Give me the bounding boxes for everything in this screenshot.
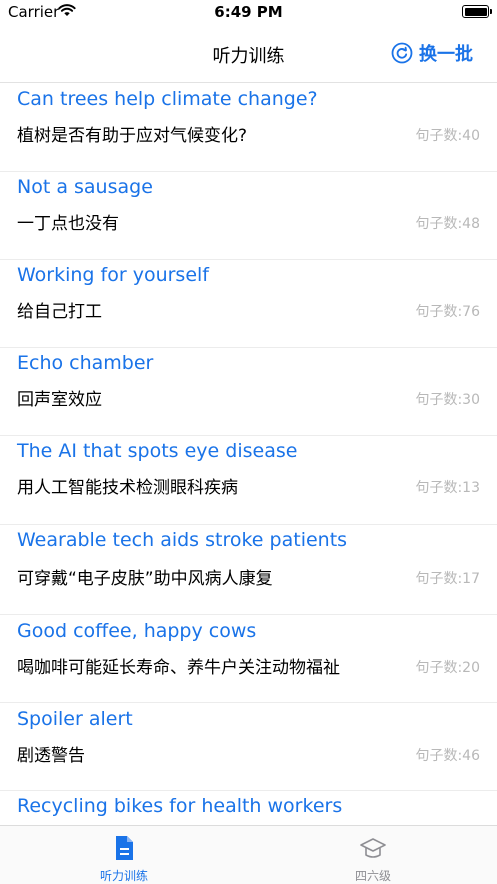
article-subtitle: 给自己打工 — [17, 302, 102, 322]
refresh-batch-button[interactable]: 换一批 — [391, 40, 473, 66]
article-title: The AI that spots eye disease — [17, 440, 298, 462]
clock: 6:49 PM — [214, 3, 283, 21]
article-row[interactable]: Spoiler alert 剧透警告 句子数:46 — [0, 702, 497, 791]
document-icon — [116, 836, 133, 860]
article-title: Spoiler alert — [17, 708, 133, 730]
article-title: Recycling bikes for health workers — [17, 795, 343, 817]
tab-cet46[interactable]: 四六级 — [249, 826, 497, 884]
tab-label: 听力训练 — [99, 869, 148, 883]
article-subtitle: 一丁点也没有 — [17, 214, 119, 234]
sentence-count: 句子数:40 — [415, 128, 480, 144]
refresh-icon — [391, 42, 413, 64]
article-subtitle: 喝咖啡可能延长寿命、养牛户关注动物福祉 — [17, 658, 340, 678]
article-list[interactable]: Can trees help climate change? 植树是否有助于应对… — [0, 83, 497, 825]
article-subtitle: 植树是否有助于应对气候变化? — [17, 126, 248, 146]
article-row[interactable]: Not a sausage 一丁点也没有 句子数:48 — [0, 171, 497, 260]
graduation-cap-icon — [360, 838, 386, 858]
sentence-count: 句子数:46 — [415, 748, 480, 764]
article-title: Echo chamber — [17, 352, 154, 374]
battery-icon — [462, 5, 492, 18]
status-bar: Carrier 6:49 PM — [0, 0, 497, 26]
article-title: Not a sausage — [17, 176, 153, 198]
navigation-bar: 听力训练 换一批 — [0, 26, 497, 83]
sentence-count: 句子数:76 — [415, 304, 480, 320]
article-row[interactable]: Recycling bikes for health workers — [0, 790, 497, 825]
sentence-count: 句子数:13 — [415, 480, 480, 496]
article-subtitle: 回声室效应 — [17, 390, 102, 410]
sentence-count: 句子数:17 — [415, 571, 480, 587]
tab-listening-training[interactable]: 听力训练 — [0, 826, 248, 884]
article-row[interactable]: Can trees help climate change? 植树是否有助于应对… — [0, 83, 497, 172]
article-row[interactable]: Echo chamber 回声室效应 句子数:30 — [0, 347, 497, 436]
article-subtitle: 用人工智能技术检测眼科疾病 — [17, 478, 238, 498]
sentence-count: 句子数:48 — [415, 216, 480, 232]
article-title: Wearable tech aids stroke patients — [17, 529, 348, 551]
sentence-count: 句子数:20 — [415, 660, 480, 676]
article-row[interactable]: Wearable tech aids stroke patients 可穿戴“电… — [0, 524, 497, 615]
article-row[interactable]: Good coffee, happy cows 喝咖啡可能延长寿命、养牛户关注动… — [0, 614, 497, 703]
article-title: Good coffee, happy cows — [17, 620, 257, 642]
tab-label: 四六级 — [354, 869, 391, 883]
tab-bar: 听力训练 四六级 — [0, 825, 497, 884]
sentence-count: 句子数:30 — [415, 392, 480, 408]
article-row[interactable]: Working for yourself 给自己打工 句子数:76 — [0, 259, 497, 348]
article-subtitle: 剧透警告 — [17, 746, 85, 766]
refresh-label: 换一批 — [419, 44, 473, 65]
article-subtitle: 可穿戴“电子皮肤”助中风病人康复 — [17, 569, 273, 589]
article-title: Working for yourself — [17, 264, 209, 286]
article-title: Can trees help climate change? — [17, 88, 318, 110]
article-row[interactable]: The AI that spots eye disease 用人工智能技术检测眼… — [0, 435, 497, 525]
